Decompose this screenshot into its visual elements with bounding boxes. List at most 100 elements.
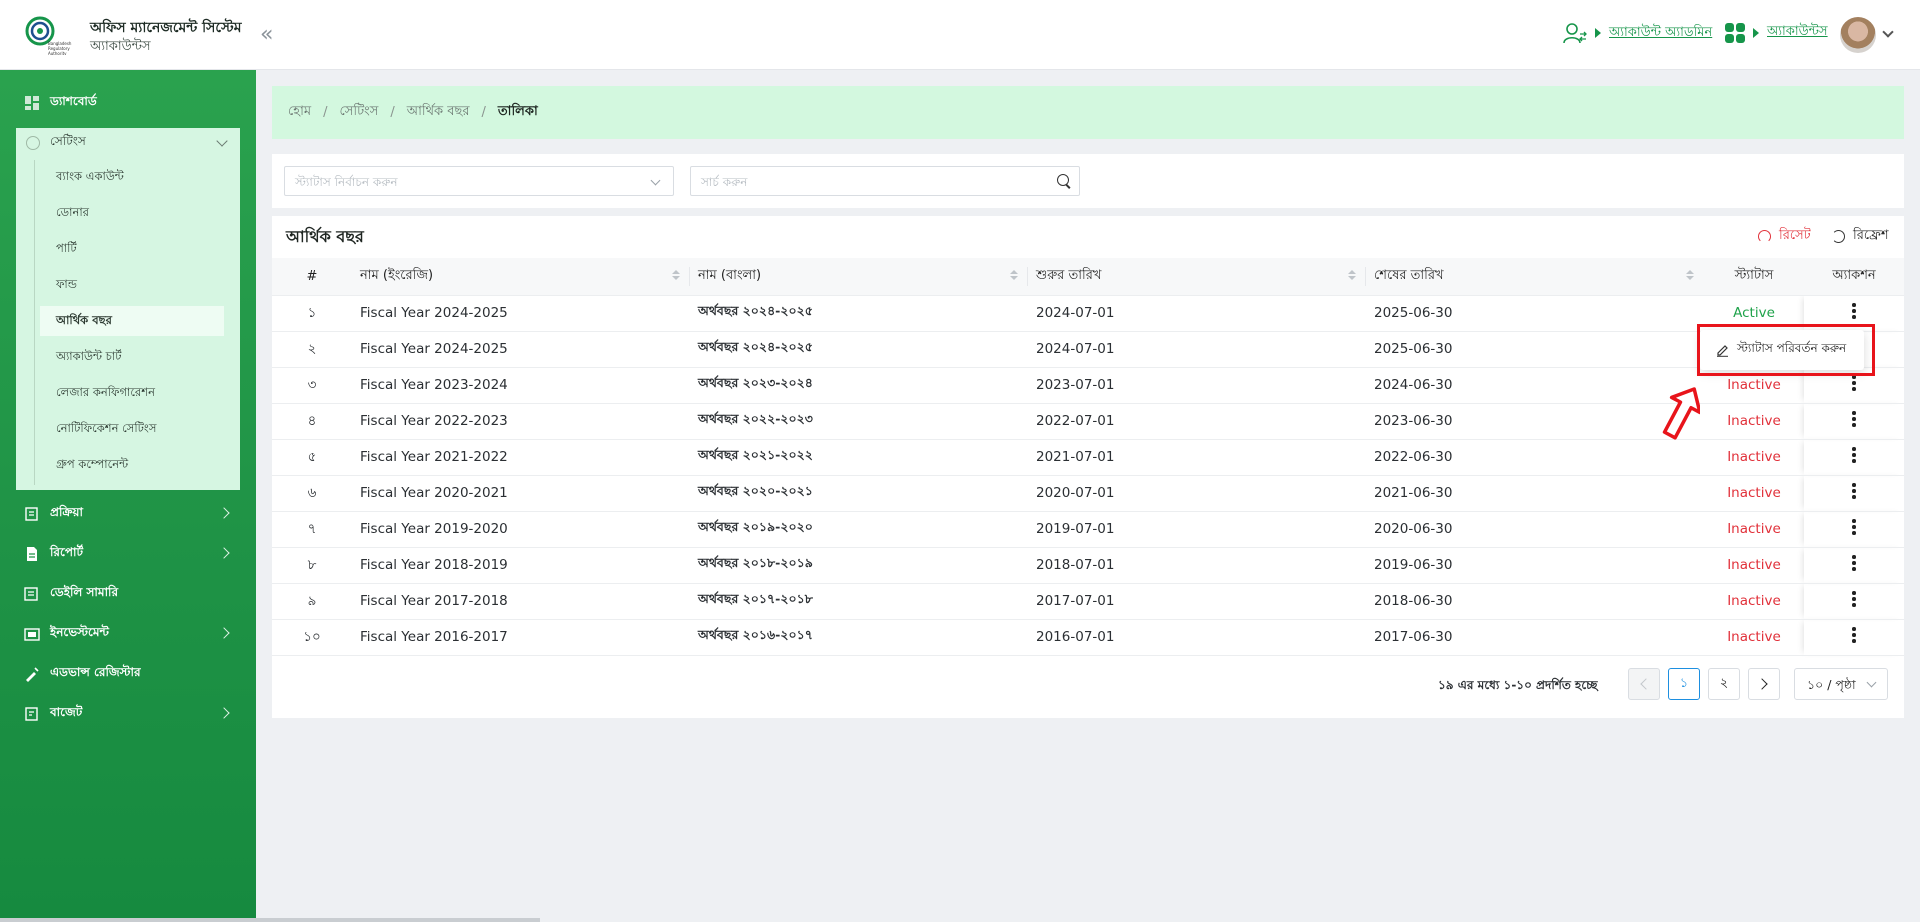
- sidebar-item-daily-summary[interactable]: ডেইলি সামারি: [16, 577, 240, 611]
- sidebar-item-report[interactable]: রিপোর্ট: [16, 537, 240, 571]
- breadcrumb-fiscal-year[interactable]: আর্থিক বছর: [407, 102, 470, 123]
- more-vertical-icon[interactable]: [1852, 591, 1856, 607]
- cell-name-bn: অর্থবছর ২০২২-২০২৩: [690, 403, 1028, 440]
- change-status-option[interactable]: স্ট্যাটাস পরিবর্তন করুন: [1737, 340, 1846, 360]
- chevron-down-icon: [216, 135, 228, 147]
- refresh-icon: [1832, 230, 1845, 243]
- budget-icon: [25, 707, 38, 721]
- column-header-start-date[interactable]: শুরুর তারিখ: [1028, 258, 1366, 296]
- filter-card: স্ট্যাটাস নির্বাচন করুন সার্চ করুন: [272, 154, 1904, 208]
- cell-action: [1804, 403, 1904, 440]
- cell-start-date: 2024-07-01: [1028, 331, 1366, 368]
- sidebar-item-advance-register[interactable]: এডভান্স রেজিস্টার: [16, 657, 240, 691]
- user-role-switch[interactable]: অ্যাকাউন্ট অ্যাডমিন: [1563, 22, 1712, 44]
- sort-icon[interactable]: [672, 270, 680, 282]
- cell-name-bn: অর্থবছর ২০১৮-২০১৯: [690, 547, 1028, 584]
- sub-item-notification-settings[interactable]: নোটিফিকেশন সেটিংস: [40, 414, 224, 444]
- more-vertical-icon[interactable]: [1852, 627, 1856, 643]
- page-button-1[interactable]: ১: [1668, 668, 1700, 700]
- more-vertical-icon[interactable]: [1852, 375, 1856, 391]
- app-subtitle: অ্যাকাউন্টস: [90, 39, 151, 54]
- sidebar-item-investment[interactable]: ইনভেস্টমেন্ট: [16, 617, 240, 651]
- module-switch[interactable]: অ্যাকাউন্টস: [1725, 22, 1828, 43]
- reset-button[interactable]: রিসেট: [1758, 226, 1811, 247]
- cell-status: Inactive: [1704, 583, 1804, 620]
- column-header-name-en[interactable]: নাম (ইংরেজি): [352, 258, 690, 296]
- collapse-sidebar-button[interactable]: «: [260, 22, 273, 47]
- logo: Bangladesh Regulatory Authority: [25, 16, 72, 55]
- cell-status: Inactive: [1704, 619, 1804, 656]
- process-icon: [25, 507, 38, 521]
- cell-start-date: 2021-07-01: [1028, 439, 1366, 476]
- search-icon[interactable]: [1057, 174, 1069, 186]
- more-vertical-icon[interactable]: [1852, 411, 1856, 427]
- breadcrumb-settings[interactable]: সেটিংস: [339, 102, 378, 123]
- breadcrumb-home[interactable]: হোম: [288, 102, 311, 123]
- cell-name-en: Fiscal Year 2017-2018: [352, 583, 690, 620]
- cell-start-date: 2024-07-01: [1028, 295, 1366, 332]
- sidebar-item-budget[interactable]: বাজেট: [16, 697, 240, 731]
- sidebar-item-label: সেটিংস: [50, 134, 86, 148]
- sort-icon[interactable]: [1686, 270, 1694, 282]
- cell-name-bn: অর্থবছর ২০১৭-২০১৮: [690, 583, 1028, 620]
- page-button-2[interactable]: ২: [1708, 668, 1740, 700]
- cell-serial: ১০: [272, 619, 352, 656]
- sidebar: ড্যাশবোর্ড প্রক্রিয়া রিপোর্ট ডেইলি সামা…: [0, 70, 256, 922]
- more-vertical-icon[interactable]: [1852, 483, 1856, 499]
- table-row: ১০ Fiscal Year 2016-2017 অর্থবছর ২০১৬-২০১৭…: [272, 619, 1904, 656]
- cell-name-bn: অর্থবছর ২০২৪-২০২৫: [690, 331, 1028, 368]
- annotation-arrow-icon: [1662, 387, 1700, 440]
- sub-item-donor[interactable]: ডোনার: [40, 198, 224, 228]
- cell-name-bn: অর্থবছর ২০১৬-২০১৭: [690, 619, 1028, 656]
- refresh-button[interactable]: রিফ্রেশ: [1832, 226, 1889, 247]
- column-header-serial: #: [272, 258, 352, 296]
- sub-item-bank-account[interactable]: ব্যাংক একাউন্ট: [40, 162, 224, 192]
- sub-item-ledger-config[interactable]: লেজার কনফিগারেশন: [40, 378, 224, 408]
- column-header-end-date[interactable]: শেষের তারিখ: [1366, 258, 1704, 296]
- summary-icon: [24, 587, 38, 601]
- user-role-link[interactable]: অ্যাকাউন্ট অ্যাডমিন: [1609, 23, 1712, 44]
- more-vertical-icon[interactable]: [1852, 519, 1856, 535]
- chevron-down-icon[interactable]: [1882, 26, 1894, 38]
- cell-action: [1804, 547, 1904, 584]
- edit-icon: [1717, 344, 1728, 357]
- sidebar-item-label: বাজেট: [50, 705, 83, 719]
- sidebar-item-process[interactable]: প্রক্রিয়া: [16, 497, 240, 531]
- settings-submenu: সেটিংস ব্যাংক একাউন্ট ডোনার পার্টি ফান্ড…: [16, 128, 240, 490]
- sub-item-fund[interactable]: ফান্ড: [40, 270, 224, 300]
- column-header-name-bn[interactable]: নাম (বাংলা): [690, 258, 1028, 296]
- sub-item-fiscal-year[interactable]: আর্থিক বছর: [40, 306, 224, 336]
- prev-page-button[interactable]: [1628, 668, 1660, 700]
- search-input[interactable]: সার্চ করুন: [690, 166, 1080, 196]
- chevron-right-icon: [218, 547, 230, 559]
- cell-end-date: 2019-06-30: [1366, 547, 1704, 584]
- row-action-menu[interactable]: স্ট্যাটাস পরিবর্তন করুন: [1700, 330, 1864, 370]
- cell-name-en: Fiscal Year 2023-2024: [352, 367, 690, 404]
- sub-item-group-component[interactable]: গ্রুপ কম্পোনেন্ট: [40, 450, 224, 480]
- cell-serial: ৮: [272, 547, 352, 584]
- more-vertical-icon[interactable]: [1852, 555, 1856, 571]
- sub-item-party[interactable]: পার্টি: [40, 234, 224, 264]
- module-link[interactable]: অ্যাকাউন্টস: [1767, 22, 1828, 43]
- horizontal-scrollbar[interactable]: [0, 918, 540, 922]
- status-select[interactable]: স্ট্যাটাস নির্বাচন করুন: [284, 166, 674, 196]
- cell-end-date: 2020-06-30: [1366, 511, 1704, 548]
- avatar[interactable]: [1840, 17, 1876, 53]
- investment-icon: [24, 628, 40, 641]
- cell-name-en: Fiscal Year 2021-2022: [352, 439, 690, 476]
- sub-item-account-chart[interactable]: অ্যাকাউন্ট চার্ট: [40, 342, 224, 372]
- more-vertical-icon[interactable]: [1852, 303, 1856, 319]
- more-vertical-icon[interactable]: [1852, 447, 1856, 463]
- user-switch-icon: [1563, 23, 1587, 44]
- pagination: ১৯ এর মধ্যে ১-১০ প্রদর্শিত হচ্ছে ১ ২ ১০ …: [272, 668, 1904, 702]
- sort-icon[interactable]: [1348, 270, 1356, 282]
- sidebar-item-settings[interactable]: সেটিংস: [16, 128, 240, 158]
- cell-action: [1804, 295, 1904, 332]
- next-page-button[interactable]: [1748, 668, 1780, 700]
- table-row: ৬ Fiscal Year 2020-2021 অর্থবছর ২০২০-২০২১ 2…: [272, 475, 1904, 512]
- table-row: ৫ Fiscal Year 2021-2022 অর্থবছর ২০২১-২০২২ 2…: [272, 439, 1904, 476]
- page-size-select[interactable]: ১০ / পৃষ্ঠা: [1794, 668, 1888, 700]
- sidebar-item-dashboard[interactable]: ড্যাশবোর্ড: [16, 86, 240, 120]
- sort-icon[interactable]: [1010, 270, 1018, 282]
- register-icon: [26, 667, 39, 682]
